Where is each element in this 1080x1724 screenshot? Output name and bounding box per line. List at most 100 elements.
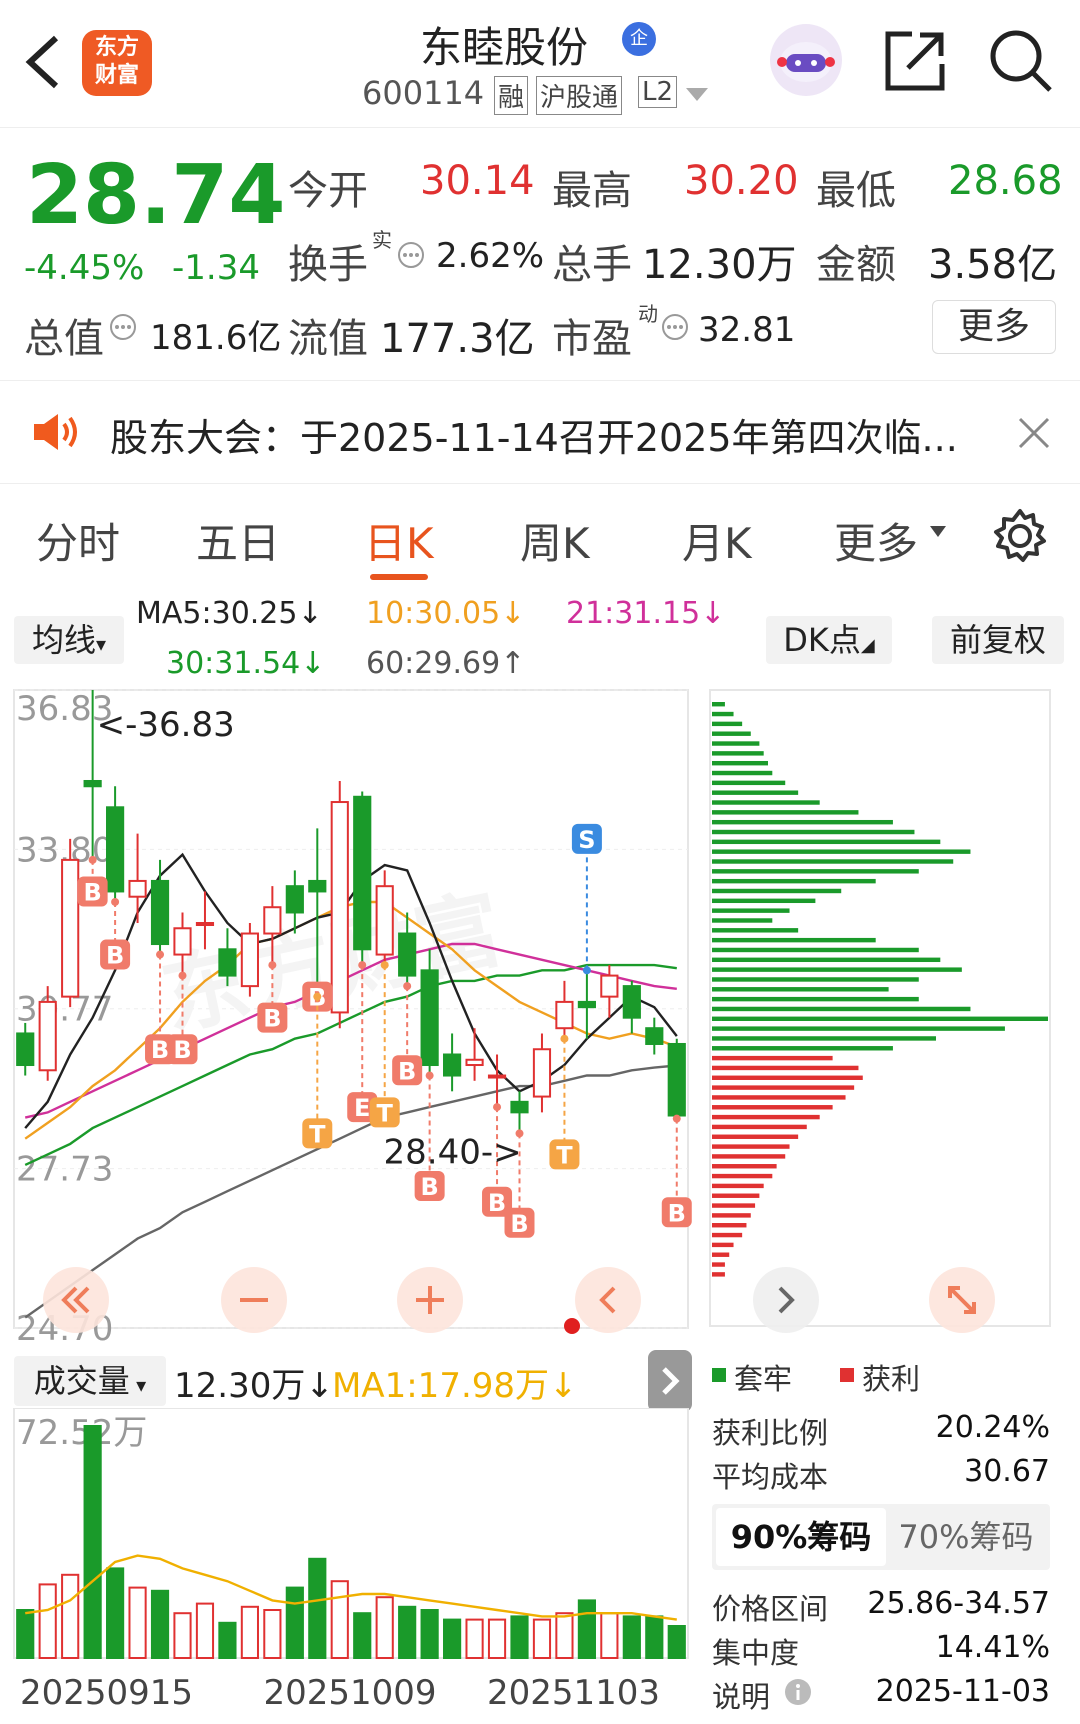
dk-marker-dot — [358, 961, 367, 970]
kline-chart[interactable]: 36.8333.8030.7727.7324.70东方财富BBBBBBTETBB… — [0, 688, 700, 1348]
candle-body — [38, 1000, 57, 1072]
expand-icon[interactable] — [928, 1266, 996, 1334]
adjust-button[interactable]: 前复权 — [932, 616, 1064, 664]
close-icon[interactable] — [1016, 415, 1052, 451]
rewind-button[interactable] — [42, 1266, 110, 1334]
zoom-in-button[interactable] — [396, 1266, 464, 1334]
avg-cost-label: 平均成本 — [712, 1460, 829, 1494]
share-icon[interactable] — [884, 30, 946, 92]
amount-value: 3.58亿 — [928, 242, 1058, 288]
volume-bar — [83, 1425, 102, 1659]
app-logo: 东方 财富 — [82, 30, 152, 96]
search-icon[interactable] — [988, 28, 1054, 94]
chip-bar-trapped — [712, 888, 842, 894]
candle-body — [285, 885, 304, 914]
caret-down-icon[interactable] — [930, 526, 946, 538]
dk-marker-text: B — [263, 1005, 281, 1033]
float-label: 流值 — [288, 316, 368, 362]
chip-bar-trapped — [712, 810, 859, 815]
dk-marker-dot — [380, 961, 389, 970]
chip-distribution-chart — [709, 689, 1051, 1327]
volume-bar — [398, 1605, 417, 1660]
dk-marker-text: B — [106, 942, 124, 970]
tab-intraday[interactable]: 分时 — [36, 510, 120, 571]
candle-body — [330, 801, 349, 1014]
chip-bar-trapped — [712, 849, 971, 854]
info-dots-icon[interactable] — [108, 312, 138, 342]
chip-bar-profit — [712, 1114, 820, 1120]
chip-bar-profit — [712, 1203, 756, 1208]
dk-marker-text: E — [354, 1094, 370, 1122]
chip-bar-trapped — [712, 1026, 1005, 1031]
step-forward-button[interactable] — [752, 1266, 820, 1334]
chip-bar-profit — [712, 1232, 743, 1238]
chip-bar-trapped — [712, 1006, 971, 1012]
info-dots-icon[interactable] — [660, 312, 690, 342]
candle-body — [150, 879, 170, 946]
candle-body — [240, 932, 259, 988]
dk-point-button[interactable]: DK点◢ — [766, 616, 892, 664]
tab-weekly-k[interactable]: 周K — [520, 510, 590, 571]
ma-type-button[interactable]: 均线▾ — [14, 616, 124, 664]
info-icon[interactable] — [784, 1678, 812, 1706]
chip-bar-trapped — [712, 702, 725, 707]
collapse-panel-button[interactable] — [648, 1350, 692, 1412]
volume-bar — [510, 1615, 529, 1659]
chip-bar-trapped — [712, 987, 889, 992]
high-value: 30.20 — [684, 158, 799, 204]
change-percent: -4.45% — [24, 248, 145, 288]
info-dots-icon[interactable] — [396, 240, 426, 270]
chip-bar-trapped — [712, 819, 893, 825]
chevron-down-icon[interactable] — [686, 88, 708, 102]
volume-indicator-button[interactable]: 成交量 ▾ — [14, 1356, 166, 1406]
candle-body — [667, 1042, 686, 1117]
more-button[interactable]: 更多 — [932, 300, 1056, 354]
chip-bar-profit — [712, 1075, 863, 1080]
zoom-out-button[interactable] — [220, 1266, 288, 1334]
chip-tabs: 90%筹码 70%筹码 — [712, 1504, 1050, 1570]
volume-bar — [532, 1618, 552, 1660]
robot-assistant-icon[interactable] — [768, 22, 844, 98]
chip-bar-profit — [712, 1095, 846, 1100]
chip-bar-trapped — [712, 721, 743, 727]
chip-bar-trapped — [712, 731, 751, 736]
profit-ratio-label: 获利比例 — [712, 1416, 829, 1450]
dk-marker-dot — [582, 966, 591, 975]
mktcap-value: 181.6亿 — [150, 318, 282, 358]
chip-bar-trapped — [712, 947, 919, 953]
chip-bar-trapped — [712, 800, 820, 805]
chip-bar-trapped — [712, 1036, 936, 1041]
tab-chip-90[interactable]: 90%筹码 — [716, 1508, 886, 1566]
legend-profit-swatch — [840, 1368, 854, 1382]
tab-daily-k[interactable]: 日K — [364, 510, 434, 571]
open-label: 今开 — [288, 168, 368, 214]
gear-icon[interactable] — [992, 508, 1048, 564]
tab-five-day[interactable]: 五日 — [196, 510, 280, 571]
candle-body — [375, 885, 394, 956]
chip-bar-profit — [712, 1144, 790, 1149]
volume-bar — [353, 1612, 372, 1659]
tab-chip-70[interactable]: 70%筹码 — [886, 1508, 1046, 1566]
volume-value: 12.30万 — [642, 242, 797, 288]
back-icon[interactable] — [22, 32, 62, 92]
volume-bar — [555, 1612, 574, 1659]
candle-body — [263, 906, 282, 935]
volume-bar — [38, 1583, 57, 1659]
high-label: 最高 — [552, 168, 632, 214]
tab-monthly-k[interactable]: 月K — [682, 510, 752, 571]
level2-tag: L2 — [638, 76, 678, 108]
tab-more[interactable]: 更多 — [834, 510, 918, 571]
dk-marker-text: T — [377, 1099, 394, 1127]
step-back-button[interactable] — [574, 1266, 642, 1334]
connect-tag: 沪股通 — [536, 76, 623, 115]
dk-marker-dot — [178, 971, 187, 980]
chip-bar-trapped — [712, 780, 786, 786]
chip-bar-trapped — [712, 1046, 893, 1051]
dk-marker-text: T — [556, 1141, 573, 1169]
pe-label: 市盈 — [552, 316, 632, 362]
volume-bar — [600, 1612, 619, 1659]
x-date-label: 20251103 — [487, 1673, 660, 1713]
candle-body — [195, 922, 215, 927]
candle-body — [128, 879, 147, 898]
notice-bar[interactable]: 股东大会：于2025-11-14召开2025年第四次临... — [0, 380, 1080, 484]
